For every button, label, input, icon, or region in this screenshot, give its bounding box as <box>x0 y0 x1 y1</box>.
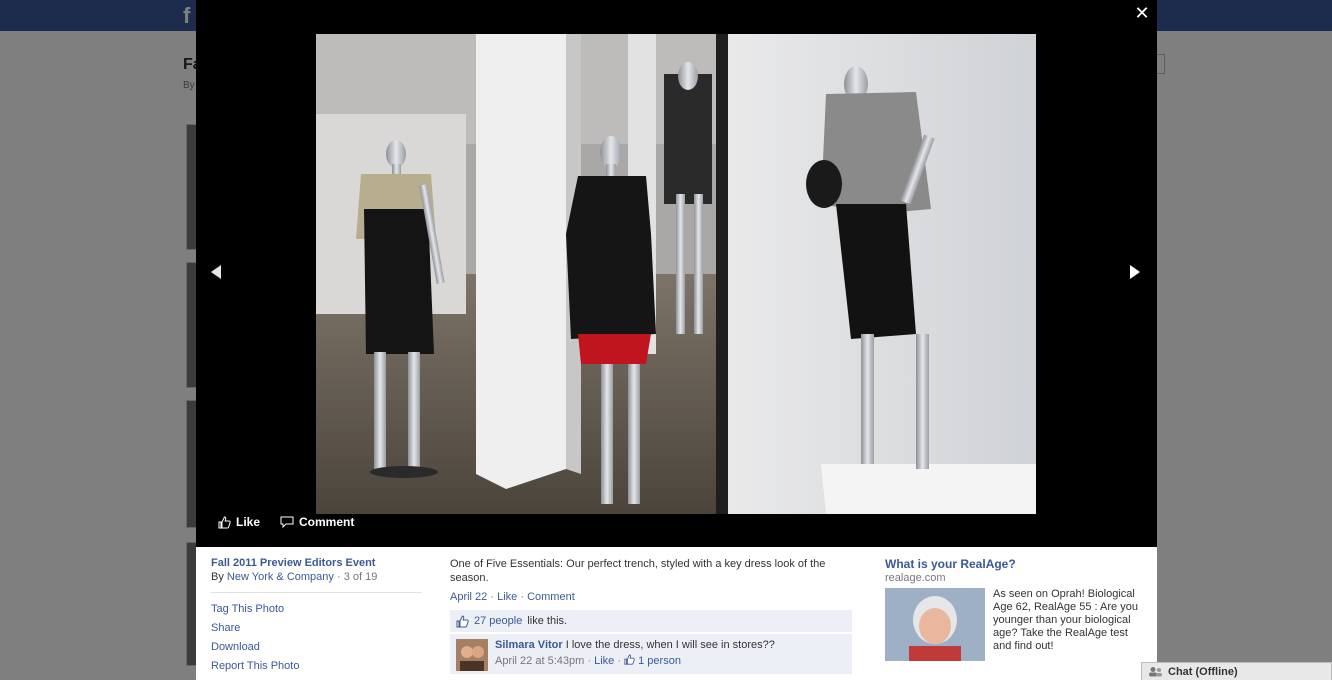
photo-comment-button[interactable]: Comment <box>280 515 354 529</box>
photo-date-link[interactable]: April 22 <box>450 591 487 603</box>
thumbs-up-icon <box>218 515 231 528</box>
thumbs-up-icon <box>624 654 635 665</box>
main-photo[interactable] <box>316 34 1036 514</box>
comment-like-count-link[interactable]: 1 person <box>638 655 681 667</box>
album-position: · 3 of 19 <box>336 571 378 583</box>
tag-photo-link[interactable]: Tag This Photo <box>211 603 422 622</box>
photo-stage: ✕ Like Comment <box>196 0 1157 547</box>
comment-meta: April 22 at 5:43pm · Like · 1 person <box>495 654 681 667</box>
photo-lightbox: ✕ Like Comment Fall 2011 Preview Editors… <box>196 0 1157 680</box>
photo-info-panel: Fall 2011 Preview Editors Event By New Y… <box>196 547 1157 680</box>
thumbs-up-icon <box>456 614 469 627</box>
share-link[interactable]: Share <box>211 622 422 641</box>
ad-image[interactable] <box>885 588 985 661</box>
likes-summary: 27 people like this. <box>450 610 852 632</box>
album-info: Fall 2011 Preview Editors Event By New Y… <box>211 557 422 679</box>
avatar[interactable] <box>456 639 488 671</box>
like-link[interactable]: Like <box>497 591 517 603</box>
ad-domain: realage.com <box>885 572 946 584</box>
photo-like-label: Like <box>236 515 261 529</box>
album-byline: By New York & Company · 3 of 19 <box>211 571 422 583</box>
photo-comment-label: Comment <box>299 515 355 529</box>
comment-item: Silmara Vitor I love the dress, when I w… <box>450 634 852 674</box>
comment-like-link[interactable]: Like <box>594 655 614 667</box>
comment-body: Silmara Vitor I love the dress, when I w… <box>495 639 775 667</box>
photo-meta: April 22 · Like · Comment <box>450 591 575 603</box>
ad-title-link[interactable]: What is your RealAge? <box>885 557 1145 571</box>
album-title[interactable]: Fall 2011 Preview Editors Event <box>211 557 422 569</box>
comment-icon <box>280 516 294 528</box>
comment-time: April 22 at 5:43pm <box>495 655 585 667</box>
divider <box>211 592 422 593</box>
chat-label: Chat (Offline) <box>1168 665 1238 678</box>
sponsored-ad: What is your RealAge? realage.com As see… <box>885 557 1145 661</box>
photo-actions: Tag This Photo Share Download Report Thi… <box>211 603 422 679</box>
arrow-right-icon[interactable] <box>1127 262 1143 282</box>
chat-icon <box>1149 667 1162 677</box>
report-photo-link[interactable]: Report This Photo <box>211 660 422 679</box>
photo-like-button[interactable]: Like <box>218 515 260 529</box>
comment-link[interactable]: Comment <box>527 591 575 603</box>
album-owner-link[interactable]: New York & Company <box>227 571 334 583</box>
download-link[interactable]: Download <box>211 641 422 660</box>
ad-text: As seen on Oprah! Biological Age 62, Rea… <box>993 588 1138 652</box>
comment-author-link[interactable]: Silmara Vitor <box>495 639 563 651</box>
stage-actions: Like Comment <box>218 514 354 530</box>
photo-feedback: One of Five Essentials: Our perfect tren… <box>450 557 852 674</box>
arrow-left-icon[interactable] <box>208 262 224 282</box>
likes-count-link[interactable]: 27 people <box>474 615 522 627</box>
chat-bar[interactable]: Chat (Offline) <box>1141 662 1332 680</box>
photo-caption: One of Five Essentials: Our perfect tren… <box>450 558 826 584</box>
album-by-prefix: By <box>211 571 224 583</box>
comment-text: I love the dress, when I will see in sto… <box>565 639 775 651</box>
likes-suffix: like this. <box>527 615 568 627</box>
close-icon[interactable]: ✕ <box>1133 3 1151 23</box>
ad-content: As seen on Oprah! Biological Age 62, Rea… <box>885 588 1145 661</box>
